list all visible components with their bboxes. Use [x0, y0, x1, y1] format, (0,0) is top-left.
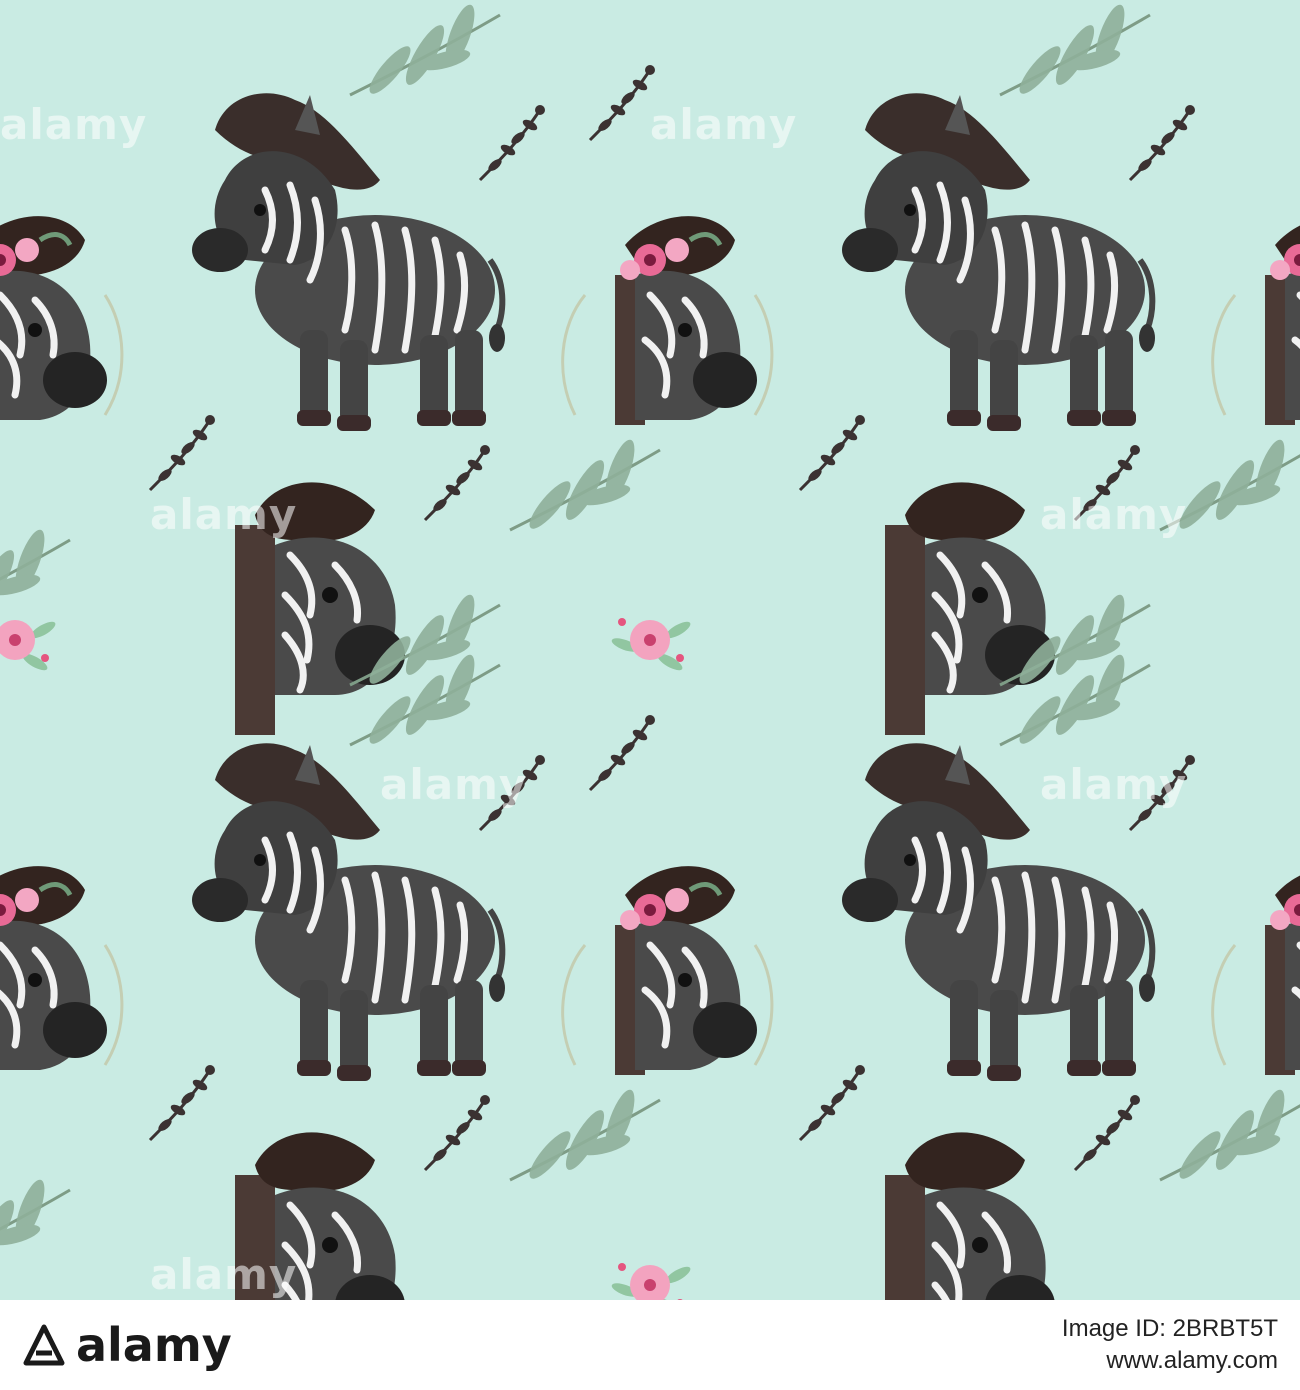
pattern-tile-4 — [798, 650, 1300, 1300]
image-info: Image ID: 2BRBT5T www.alamy.com — [1062, 1313, 1278, 1378]
pattern-tile-2 — [798, 0, 1300, 735]
image-id-text: Image ID: 2BRBT5T — [1061, 1314, 1278, 1342]
watermark-text: alamy — [150, 490, 298, 539]
stock-footer: alamy Image ID: 2BRBT5T www.alamy.com — [0, 1300, 1300, 1390]
pattern-tile-3 — [148, 650, 772, 1300]
watermark-text: alamy — [1040, 490, 1188, 539]
watermark-text: alamy — [1040, 760, 1188, 809]
alamy-logo[interactable]: alamy — [22, 1318, 232, 1372]
watermark-text: alamy — [650, 100, 798, 149]
alamy-logo-text: alamy — [76, 1318, 232, 1372]
watermark-text: alamy — [0, 100, 148, 149]
watermark-text: alamy — [380, 760, 528, 809]
site-url-text[interactable]: www.alamy.com — [1062, 1345, 1278, 1377]
alamy-logo-icon — [23, 1324, 65, 1366]
pattern-svg — [0, 0, 1300, 1300]
zebra-pattern-image: alamy alamy alamy alamy alamy alamy alam… — [0, 0, 1300, 1300]
watermark-text: alamy — [150, 1250, 298, 1299]
